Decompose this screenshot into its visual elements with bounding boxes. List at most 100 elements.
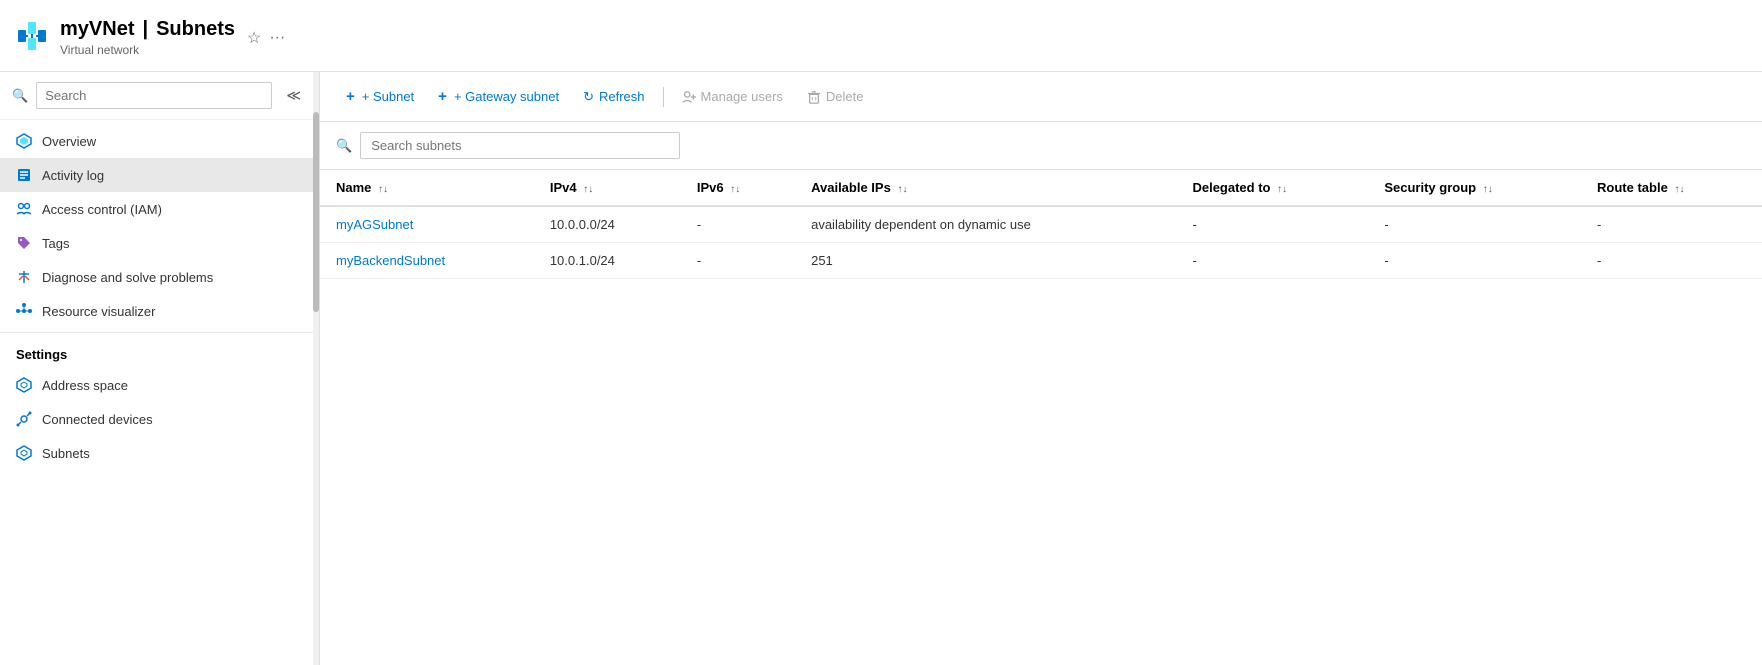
col-name[interactable]: Name ↑↓ bbox=[320, 170, 534, 206]
col-ipv4[interactable]: IPv4 ↑↓ bbox=[534, 170, 681, 206]
sidebar-collapse-button[interactable]: ≪ bbox=[280, 85, 307, 106]
cell-route-table: - bbox=[1581, 243, 1762, 279]
sort-icon-security-group: ↑↓ bbox=[1483, 184, 1493, 195]
sidebar-item-label: Connected devices bbox=[42, 412, 153, 427]
refresh-icon: ↻ bbox=[583, 89, 594, 105]
sidebar-item-subnets[interactable]: Subnets bbox=[0, 436, 319, 470]
access-control-icon bbox=[16, 201, 32, 217]
sidebar-item-label: Subnets bbox=[42, 446, 90, 461]
diagnose-icon bbox=[16, 269, 32, 285]
page-title: Subnets bbox=[156, 18, 235, 41]
resource-name: myVNet bbox=[60, 18, 134, 41]
subnets-icon bbox=[16, 445, 32, 461]
sort-icon-delegated-to: ↑↓ bbox=[1277, 184, 1287, 195]
cell-available-ips: 251 bbox=[795, 243, 1176, 279]
sidebar-item-label: Overview bbox=[42, 134, 96, 149]
app-logo bbox=[16, 20, 48, 55]
sidebar-search-bar: 🔍 ≪ bbox=[0, 72, 319, 120]
col-available-ips[interactable]: Available IPs ↑↓ bbox=[795, 170, 1176, 206]
sidebar-item-access-control[interactable]: Access control (IAM) bbox=[0, 192, 319, 226]
cell-delegated-to: - bbox=[1176, 206, 1368, 243]
cell-ipv6: - bbox=[681, 206, 795, 243]
content-search-input[interactable] bbox=[360, 132, 680, 159]
col-security-group[interactable]: Security group ↑↓ bbox=[1368, 170, 1581, 206]
sidebar-nav: Overview Activity log Access cont bbox=[0, 120, 319, 665]
add-gateway-label: + Gateway subnet bbox=[452, 89, 559, 104]
main-title: myVNet | Subnets bbox=[60, 18, 235, 41]
more-options-icon[interactable]: ··· bbox=[269, 29, 285, 47]
delete-button[interactable]: Delete bbox=[797, 83, 874, 111]
delete-label: Delete bbox=[826, 89, 864, 104]
add-subnet-icon: + bbox=[346, 88, 355, 105]
refresh-label: Refresh bbox=[599, 89, 645, 104]
content-area: + + Subnet + + Gateway subnet ↻ Refresh bbox=[320, 72, 1762, 665]
connected-devices-icon bbox=[16, 411, 32, 427]
sidebar: 🔍 ≪ Overview Activity log bbox=[0, 72, 320, 665]
sort-icon-available-ips: ↑↓ bbox=[897, 184, 907, 195]
resource-type: Virtual network bbox=[60, 43, 235, 57]
sidebar-item-tags[interactable]: Tags bbox=[0, 226, 319, 260]
title-separator: | bbox=[142, 18, 148, 41]
cell-ipv4: 10.0.0.0/24 bbox=[534, 206, 681, 243]
sidebar-item-label: Access control (IAM) bbox=[42, 202, 162, 217]
sidebar-item-activity-log[interactable]: Activity log bbox=[0, 158, 319, 192]
sidebar-item-connected-devices[interactable]: Connected devices bbox=[0, 402, 319, 436]
col-ipv6[interactable]: IPv6 ↑↓ bbox=[681, 170, 795, 206]
manage-users-icon bbox=[682, 89, 696, 105]
cell-available-ips: availability dependent on dynamic use bbox=[795, 206, 1176, 243]
sidebar-item-address-space[interactable]: Address space bbox=[0, 368, 319, 402]
subnets-table-area: Name ↑↓ IPv4 ↑↓ IPv6 ↑↓ Available IPs bbox=[320, 170, 1762, 665]
manage-users-label: Manage users bbox=[701, 89, 783, 104]
toolbar-separator bbox=[663, 87, 664, 107]
sidebar-scrollbar-thumb[interactable] bbox=[313, 112, 319, 312]
subnets-table: Name ↑↓ IPv4 ↑↓ IPv6 ↑↓ Available IPs bbox=[320, 170, 1762, 279]
sort-icon-route-table: ↑↓ bbox=[1674, 184, 1684, 195]
cell-name[interactable]: myAGSubnet bbox=[320, 206, 534, 243]
add-gateway-subnet-button[interactable]: + + Gateway subnet bbox=[428, 82, 569, 111]
settings-section-label: Settings bbox=[0, 332, 319, 368]
cell-delegated-to: - bbox=[1176, 243, 1368, 279]
content-search-icon: 🔍 bbox=[336, 138, 352, 154]
cell-security-group: - bbox=[1368, 206, 1581, 243]
favorite-icon[interactable]: ☆ bbox=[247, 28, 261, 48]
refresh-button[interactable]: ↻ Refresh bbox=[573, 83, 654, 111]
sidebar-item-overview[interactable]: Overview bbox=[0, 124, 319, 158]
sort-icon-ipv6: ↑↓ bbox=[730, 184, 740, 195]
cell-name[interactable]: myBackendSubnet bbox=[320, 243, 534, 279]
sidebar-item-label: Diagnose and solve problems bbox=[42, 270, 213, 285]
table-header-row: Name ↑↓ IPv4 ↑↓ IPv6 ↑↓ Available IPs bbox=[320, 170, 1762, 206]
content-search-bar: 🔍 bbox=[320, 122, 1762, 170]
resource-visualizer-icon bbox=[16, 303, 32, 319]
add-subnet-label: + Subnet bbox=[360, 89, 414, 104]
sidebar-item-label: Activity log bbox=[42, 168, 104, 183]
sidebar-search-input[interactable] bbox=[36, 82, 272, 109]
page-header: myVNet | Subnets Virtual network ☆ ··· bbox=[0, 0, 1762, 72]
sidebar-scrollbar-track bbox=[313, 72, 319, 665]
sidebar-item-label: Resource visualizer bbox=[42, 304, 155, 319]
sort-icon-ipv4: ↑↓ bbox=[583, 184, 593, 195]
sidebar-search-icon: 🔍 bbox=[12, 88, 28, 104]
header-title-block: myVNet | Subnets Virtual network bbox=[60, 18, 235, 57]
main-layout: 🔍 ≪ Overview Activity log bbox=[0, 72, 1762, 665]
table-row: myAGSubnet 10.0.0.0/24 - availability de… bbox=[320, 206, 1762, 243]
sort-icon-name: ↑↓ bbox=[378, 184, 388, 195]
toolbar: + + Subnet + + Gateway subnet ↻ Refresh bbox=[320, 72, 1762, 122]
cell-ipv4: 10.0.1.0/24 bbox=[534, 243, 681, 279]
table-row: myBackendSubnet 10.0.1.0/24 - 251 - - - bbox=[320, 243, 1762, 279]
manage-users-button[interactable]: Manage users bbox=[672, 83, 793, 111]
sidebar-item-label: Address space bbox=[42, 378, 128, 393]
sidebar-item-diagnose[interactable]: Diagnose and solve problems bbox=[0, 260, 319, 294]
cell-route-table: - bbox=[1581, 206, 1762, 243]
activity-log-icon bbox=[16, 167, 32, 183]
header-actions: ☆ ··· bbox=[247, 28, 285, 48]
address-space-icon bbox=[16, 377, 32, 393]
cell-ipv6: - bbox=[681, 243, 795, 279]
add-gateway-icon: + bbox=[438, 88, 447, 105]
add-subnet-button[interactable]: + + Subnet bbox=[336, 82, 424, 111]
col-route-table[interactable]: Route table ↑↓ bbox=[1581, 170, 1762, 206]
sidebar-item-label: Tags bbox=[42, 236, 69, 251]
col-delegated-to[interactable]: Delegated to ↑↓ bbox=[1176, 170, 1368, 206]
delete-icon bbox=[807, 89, 821, 105]
sidebar-item-resource-visualizer[interactable]: Resource visualizer bbox=[0, 294, 319, 328]
overview-icon bbox=[16, 133, 32, 149]
